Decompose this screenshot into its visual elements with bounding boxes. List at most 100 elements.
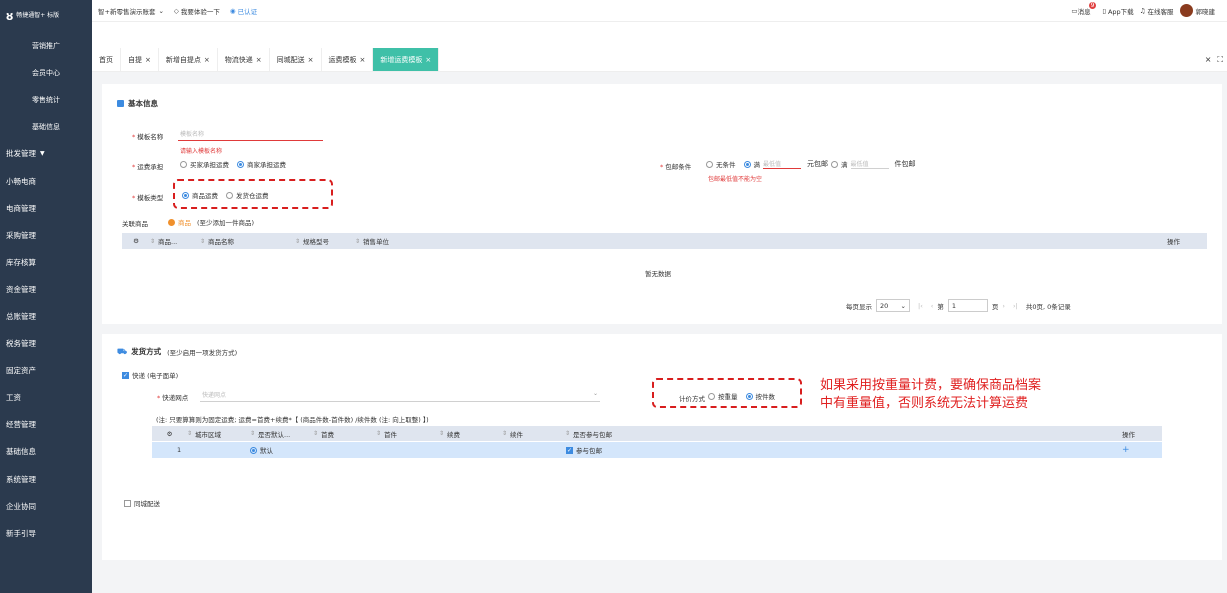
express-checkbox[interactable]: ✓ 快递 (电子面单) [122,370,178,380]
col-renew-fee[interactable]: ⇕ 续费 [439,429,502,439]
page-number-input[interactable]: 1 [947,299,988,312]
prev-page-icon[interactable]: ‹ [931,302,934,310]
trial-link[interactable]: ◇ 我要体验一下 [174,6,220,16]
trial-label: 我要体验一下 [180,7,220,16]
sidebar-item[interactable]: 固定资产 [0,357,92,384]
free-none-radio[interactable]: 无条件 [706,159,736,169]
basic-info-title: 基本信息 [117,98,158,109]
outlet-select[interactable]: 快递网点 ⌄ [200,390,600,402]
sidebar-item[interactable]: 电商管理 [0,195,92,222]
tab[interactable]: 同城配送 × [270,48,322,71]
sidebar-item[interactable]: 小畅电商 [0,167,92,194]
col-free-shipping-label: 是否参与包邮 [573,430,613,439]
shield-icon: ◉ [229,6,236,15]
online-service-button[interactable]: ♫ 在线客服 [1140,6,1174,16]
sidebar-item-label: 总账管理 [6,311,36,321]
first-page-icon[interactable]: |‹ [918,302,923,310]
empty-data-text: 暂无数据 [645,270,671,278]
sidebar-item[interactable]: 会员中心 [0,59,92,86]
sidebar-item[interactable]: 新手引导 [0,520,92,547]
column-settings-icon[interactable]: ⚙ [152,430,187,438]
account-selector[interactable]: 智+新零售演示账套 ⌄ [98,6,164,16]
required-mark: * [132,194,136,202]
topbar-right: ▭ 消息 9 ▯ App下载 ♫ 在线客服 郭晓建 [1071,2,1221,17]
col-spec[interactable]: ⇕ 规格型号 [295,236,355,247]
sidebar-item[interactable]: 营销推广 [0,32,92,59]
close-icon[interactable]: × [145,56,151,64]
sidebar-item[interactable]: 企业协同 [0,493,92,520]
row-free-checkbox[interactable]: ✓ 参与包邮 [566,445,602,455]
payer-buyer-radio[interactable]: 买家承担运费 [180,159,229,169]
col-goods-name[interactable]: ⇕ 商品名称 [200,236,295,247]
tab[interactable]: 物流快递 × [218,48,270,71]
sidebar-item[interactable]: 总账管理 [0,303,92,330]
col-default[interactable]: ⇕ 是否默认... [250,429,313,439]
sidebar-item[interactable]: 采购管理 [0,222,92,249]
tab[interactable]: 运费模板 × [322,48,374,71]
verified-badge[interactable]: ◉ 已认证 [230,6,257,16]
city-delivery-checkbox[interactable]: 同城配送 [124,498,160,508]
sidebar-nav: 营销推广 会员中心 零售统计 基础信息 批发管理 ▼ 小畅电商 电商管理 采购管理 库存核算 资金管… [0,32,92,547]
add-row-button[interactable]: + [1122,445,1162,455]
page-size-select[interactable]: 20 ⌄ [876,299,910,312]
close-icon[interactable]: × [204,56,210,64]
sidebar-item[interactable]: 资金管理 [0,276,92,303]
sidebar-item[interactable]: 零售统计 [0,86,92,113]
tab-label: 运费模板 [328,55,357,64]
tab[interactable]: 自提 × [121,48,159,71]
col-spec-label: 规格型号 [303,238,330,246]
template-name-label: * 模板名称 [132,131,163,141]
template-name-input[interactable]: 模板名称 [178,129,323,141]
col-action: 操作 [1167,238,1180,246]
sidebar-item[interactable]: 工资 [0,384,92,411]
column-settings-icon[interactable]: ⚙ [122,237,150,245]
sidebar-item[interactable]: 库存核算 [0,249,92,276]
col-free-shipping[interactable]: ⇕ 是否参与包邮 [565,429,665,439]
linked-goods-option[interactable]: 商品 (至少添加一件商品) [168,217,254,227]
free-shipping-group: 无条件 满 最低值 元包邮 满 最低值 件包邮 [706,159,916,169]
sidebar-item[interactable]: 经营管理 [0,411,92,438]
row-default-radio[interactable]: 默认 [250,445,566,455]
tab[interactable]: 新增自提点 × [159,48,218,71]
sidebar-item[interactable]: 基础信息 [0,113,92,140]
row-default-label: 默认 [260,447,273,455]
col-city[interactable]: ⇕ 城市区域 [187,429,250,439]
col-renew-piece[interactable]: ⇕ 续件 [502,429,565,439]
check-icon: ✓ [122,371,129,379]
user-menu[interactable]: 郭晓建 [1179,4,1215,17]
free-amount-input[interactable]: 最低值 [763,159,801,169]
app-logo[interactable]: ȣ 畅捷通智+ 标版 [0,0,92,32]
sidebar-item-label: 零售统计 [32,95,60,104]
fullscreen-icon[interactable]: ⛶ [1217,55,1223,65]
col-unit[interactable]: ⇕ 销售单位 [355,236,415,247]
last-page-icon[interactable]: ›| [1013,302,1018,310]
col-first-fee[interactable]: ⇕ 首费 [313,429,376,439]
close-icon[interactable]: × [308,56,314,64]
table-row[interactable]: 1 默认 ✓ 参与包邮 + [152,442,1162,458]
free-count-radio[interactable]: 满 [831,159,848,169]
sidebar-item[interactable]: 税务管理 [0,330,92,357]
free-amount-radio[interactable]: 满 [743,159,760,169]
tab[interactable]: 首页 [92,48,121,71]
next-page-icon[interactable]: › [1002,302,1005,310]
col-renew-fee-label: 续费 [447,430,461,439]
col-city-label: 城市区域 [195,430,222,439]
close-icon[interactable]: × [360,56,366,64]
shipping-hint: (至少启用一项发货方式) [167,348,238,357]
close-icon[interactable]: × [1205,55,1212,64]
app-download-button[interactable]: ▯ App下载 [1102,6,1133,16]
close-icon[interactable]: × [256,56,262,64]
radio-dot [250,446,257,454]
sidebar-item[interactable]: 基础信息 [0,438,92,465]
payer-seller-radio[interactable]: 商家承担运费 [237,159,286,169]
col-goods-code[interactable]: ⇕ 商品... [150,236,200,247]
shipping-table-header: ⚙ ⇕ 城市区域 ⇕ 是否默认... ⇕ 首费 ⇕ 首件 ⇕ 续费 ⇕ 续件 ⇕ 是否参与包邮… [152,426,1162,441]
sidebar-item[interactable]: 批发管理 ▼ [0,140,92,167]
messages-button[interactable]: ▭ 消息 9 [1071,2,1097,16]
close-icon[interactable]: × [425,56,431,64]
tab[interactable]: 新增运费模板 × [373,48,440,71]
sidebar-item[interactable]: 系统管理 [0,466,92,493]
col-first-piece[interactable]: ⇕ 首件 [376,429,439,439]
free-count-input[interactable]: 最低值 [850,159,889,169]
linked-goods-label-text: 关联商品 [122,220,148,228]
